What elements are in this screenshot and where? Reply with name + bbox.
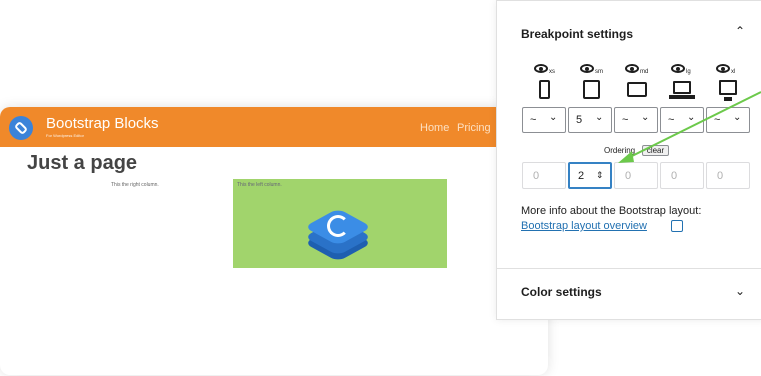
order-input-md[interactable]: 0 <box>614 162 658 189</box>
breakpoint-sm: sm <box>574 62 614 104</box>
size-select-sm[interactable]: 5 ⌄ <box>568 107 612 133</box>
ordering-label: Ordering <box>604 146 636 155</box>
breakpoint-label: md <box>640 69 649 75</box>
breakpoint-xl: xl <box>710 62 750 104</box>
order-input-xs[interactable]: 0 <box>522 162 566 189</box>
tablet-landscape-icon <box>627 82 647 97</box>
navbar: Bootstrap Blocks For Wordpress Editor Ho… <box>0 107 548 147</box>
breakpoint-settings-title: Breakpoint settings <box>521 27 634 41</box>
right-column-text: This the right column. <box>111 182 159 188</box>
breakpoint-xs: xs <box>528 62 568 104</box>
eye-icon[interactable] <box>625 64 639 73</box>
more-info-text: More info about the Bootstrap layout: <box>521 205 702 217</box>
size-select-md[interactable]: ~ ⌄ <box>614 107 658 133</box>
chevron-down-icon: ⌄ <box>549 112 558 123</box>
clear-button[interactable]: clear <box>642 145 669 156</box>
breakpoint-label: xl <box>731 69 736 75</box>
color-settings-title[interactable]: Color settings <box>521 285 602 299</box>
breakpoint-label: lg <box>686 69 691 75</box>
order-input-xl[interactable]: 0 <box>706 162 750 189</box>
page-title: Just a page <box>27 152 138 174</box>
stacked-layers-logo-icon <box>303 197 373 262</box>
chevron-down-icon: ⌄ <box>687 112 696 123</box>
left-column-block: This the left column. <box>233 179 447 268</box>
page-preview: Bootstrap Blocks For Wordpress Editor Ho… <box>0 107 548 375</box>
laptop-base <box>669 95 695 99</box>
bootstrap-blocks-logo-icon <box>9 116 33 140</box>
brand-title[interactable]: Bootstrap Blocks <box>46 115 159 132</box>
chevron-up-icon[interactable]: ⌃ <box>735 24 745 38</box>
nav-link-pricing[interactable]: Pricing <box>457 122 491 134</box>
spinner-icon[interactable]: ⇕ <box>596 170 604 181</box>
settings-panel: Breakpoint settings ⌃ <box>496 0 761 320</box>
bootstrap-layout-link[interactable]: Bootstrap layout overview <box>521 220 647 232</box>
order-input-sm[interactable]: 2 ⇕ <box>568 162 612 189</box>
breakpoint-label: sm <box>595 69 603 75</box>
chevron-down-icon: ⌄ <box>641 112 650 123</box>
breakpoint-lg: lg <box>665 62 705 104</box>
laptop-icon <box>673 81 691 94</box>
left-column-text: This the left column. <box>237 182 282 188</box>
desktop-icon <box>719 80 737 95</box>
chevron-down-icon: ⌄ <box>595 112 604 123</box>
eye-icon[interactable] <box>534 64 548 73</box>
panel-divider <box>497 268 761 269</box>
breakpoint-label: xs <box>549 69 555 75</box>
phone-icon <box>539 80 550 99</box>
chevron-down-icon: ⌄ <box>733 112 742 123</box>
breakpoint-settings-header[interactable]: Breakpoint settings ⌃ <box>497 1 761 63</box>
desktop-stand <box>724 97 732 101</box>
brand-subtitle: For Wordpress Editor <box>46 133 84 138</box>
eye-icon[interactable] <box>716 64 730 73</box>
eye-icon[interactable] <box>671 64 685 73</box>
external-link-icon[interactable] <box>671 220 683 232</box>
breakpoint-md: md <box>619 62 659 104</box>
size-select-xl[interactable]: ~ ⌄ <box>706 107 750 133</box>
size-select-lg[interactable]: ~ ⌄ <box>660 107 704 133</box>
eye-icon[interactable] <box>580 64 594 73</box>
nav-link-home[interactable]: Home <box>420 122 449 134</box>
size-select-xs[interactable]: ~ ⌄ <box>522 107 566 133</box>
order-input-lg[interactable]: 0 <box>660 162 704 189</box>
chevron-down-icon[interactable]: ⌄ <box>735 284 745 298</box>
screenshot-stage: Bootstrap Blocks For Wordpress Editor Ho… <box>0 0 761 376</box>
tablet-icon <box>583 80 600 99</box>
